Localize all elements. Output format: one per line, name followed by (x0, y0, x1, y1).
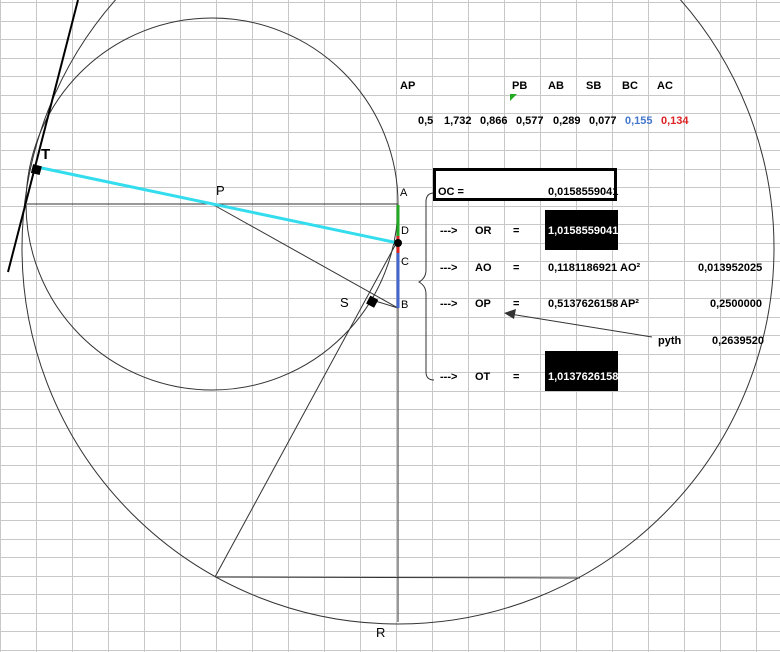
point-label-b: B (401, 299, 409, 311)
brace (417, 192, 435, 381)
ao-value: 0,1181186921 (548, 262, 618, 274)
ap2-label: AP² (620, 298, 639, 310)
header-bc: BC (622, 80, 638, 92)
ot-value: 1,0137626158 (548, 371, 619, 383)
value-3: 0,866 (480, 115, 508, 127)
op-value: 0,5137626158 (548, 298, 619, 310)
point-label-s: S (340, 295, 349, 310)
tangent-line (7, 0, 79, 273)
ao2-label: AO² (620, 262, 641, 274)
ao-label: AO (475, 262, 492, 274)
value-sb: 0,077 (589, 115, 617, 127)
point-label-r: R (376, 625, 386, 640)
value-pb: 0,577 (516, 115, 544, 127)
pyth-value: 0,2639520 (712, 335, 764, 347)
header-ab: AB (548, 80, 564, 92)
cell-corner-marker (510, 94, 517, 101)
pyth-arrow-line (509, 313, 653, 338)
op-label: OP (475, 298, 491, 310)
point-label-d: D (401, 225, 409, 237)
point-label-a: A (400, 187, 408, 199)
pyth-arrow-head (504, 309, 516, 319)
oc-label: OC = (438, 186, 464, 198)
ao2-value: 0,013952025 (698, 262, 763, 274)
segment-long-chord (214, 239, 399, 578)
or-label: OR (475, 225, 492, 237)
op-arrow: ---> (440, 298, 458, 310)
value-2: 1,732 (444, 115, 472, 127)
header-ac: AC (657, 80, 673, 92)
segment-bottom-chord (214, 576, 581, 579)
header-ap: AP (400, 80, 416, 92)
segment-pt-cyan (36, 165, 399, 245)
value-ac: 0,134 (661, 115, 689, 127)
or-arrow: ---> (440, 225, 458, 237)
or-eq: = (513, 225, 520, 237)
geometry-figure (7, 0, 775, 625)
header-pb: PB (512, 80, 528, 92)
value-ab: 0,289 (553, 115, 581, 127)
ot-label: OT (475, 371, 491, 383)
ot-eq: = (513, 371, 520, 383)
point-o-dot (394, 239, 402, 247)
point-label-t: T (41, 146, 51, 163)
ao-arrow: ---> (440, 262, 458, 274)
ot-arrow: ---> (440, 371, 458, 383)
op-eq: = (513, 298, 520, 310)
oc-value: 0,0158559041 (548, 186, 619, 198)
value-ap: 0,5 (418, 115, 434, 127)
pyth-label: pyth (658, 335, 682, 347)
ao-eq: = (513, 262, 520, 274)
point-label-c: C (401, 256, 409, 268)
or-value: 1,0158559041 (548, 225, 619, 237)
value-bc: 0,155 (625, 115, 653, 127)
point-label-p: P (216, 183, 225, 198)
ap2-value: 0,2500000 (710, 298, 762, 310)
header-sb: SB (586, 80, 602, 92)
